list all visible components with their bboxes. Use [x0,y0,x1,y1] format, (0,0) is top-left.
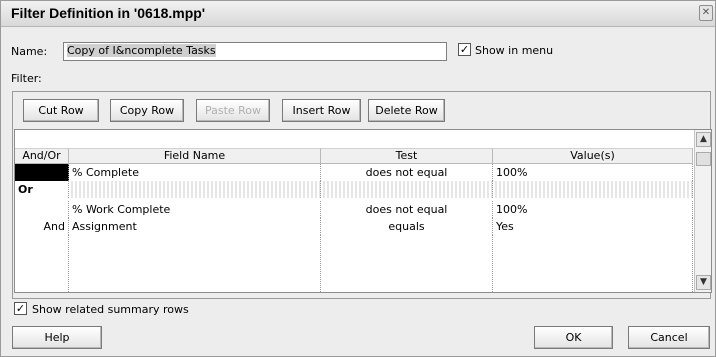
chevron-up-icon[interactable]: ▲ [696,132,711,147]
andor-cell[interactable] [15,201,69,218]
name-label: Name: [11,45,48,58]
value-cell[interactable] [493,181,693,198]
name-input-value: Copy of I&ncomplete Tasks [67,44,216,57]
title-bar: Filter Definition in '0618.mpp' ✕ [1,1,715,27]
window-title: Filter Definition in '0618.mpp' [11,5,206,21]
field-cell[interactable] [69,181,321,198]
value-cell[interactable]: 100% [493,201,693,218]
name-input[interactable]: Copy of I&ncomplete Tasks [63,42,447,61]
test-cell[interactable] [321,181,493,198]
table-row[interactable]: And Assignment equals Yes [15,218,693,235]
table-row[interactable]: % Complete does not equal 100% [15,164,693,181]
chevron-down-icon[interactable]: ▼ [696,275,711,290]
field-cell[interactable]: % Work Complete [69,201,321,218]
header-field-name: Field Name [69,148,321,164]
cut-row-button[interactable]: Cut Row [23,99,99,122]
header-values: Value(s) [493,148,693,164]
value-cell[interactable]: Yes [493,218,693,235]
scroll-thumb[interactable] [696,152,711,166]
test-cell[interactable]: does not equal [321,201,493,218]
test-cell[interactable]: equals [321,218,493,235]
field-cell[interactable]: % Complete [69,164,321,181]
table-row[interactable]: Or [15,181,693,198]
cancel-button[interactable]: Cancel [628,326,710,349]
filter-definition-dialog: Filter Definition in '0618.mpp' ✕ Name: … [0,0,716,357]
paste-row-button[interactable]: Paste Row [196,99,270,122]
show-related-summary-label: Show related summary rows [32,303,189,316]
filter-label: Filter: [11,72,42,85]
header-test: Test [321,148,493,164]
close-icon[interactable]: ✕ [699,5,713,21]
vertical-scrollbar[interactable]: ▲ ▼ [694,130,711,292]
checkmark-icon: ✓ [15,302,26,315]
copy-row-button[interactable]: Copy Row [110,99,184,122]
checkmark-icon: ✓ [459,43,470,56]
header-andor: And/Or [15,148,69,164]
andor-cell[interactable] [15,164,69,181]
show-related-summary-checkbox[interactable]: ✓ [14,302,27,315]
value-cell[interactable]: 100% [493,164,693,181]
table-row[interactable]: % Work Complete does not equal 100% [15,201,693,218]
andor-cell[interactable]: Or [15,181,69,198]
delete-row-button[interactable]: Delete Row [368,99,445,122]
show-in-menu-checkbox[interactable]: ✓ [458,43,471,56]
empty-grid-area[interactable] [15,235,693,292]
field-cell[interactable]: Assignment [69,218,321,235]
ok-button[interactable]: OK [534,326,613,349]
help-button[interactable]: Help [12,326,102,349]
show-in-menu-label: Show in menu [475,44,554,57]
andor-cell[interactable]: And [15,218,69,235]
test-cell[interactable]: does not equal [321,164,493,181]
filter-criteria-grid: And/Or Field Name Test Value(s) % Comple… [14,129,712,293]
insert-row-button[interactable]: Insert Row [282,99,361,122]
